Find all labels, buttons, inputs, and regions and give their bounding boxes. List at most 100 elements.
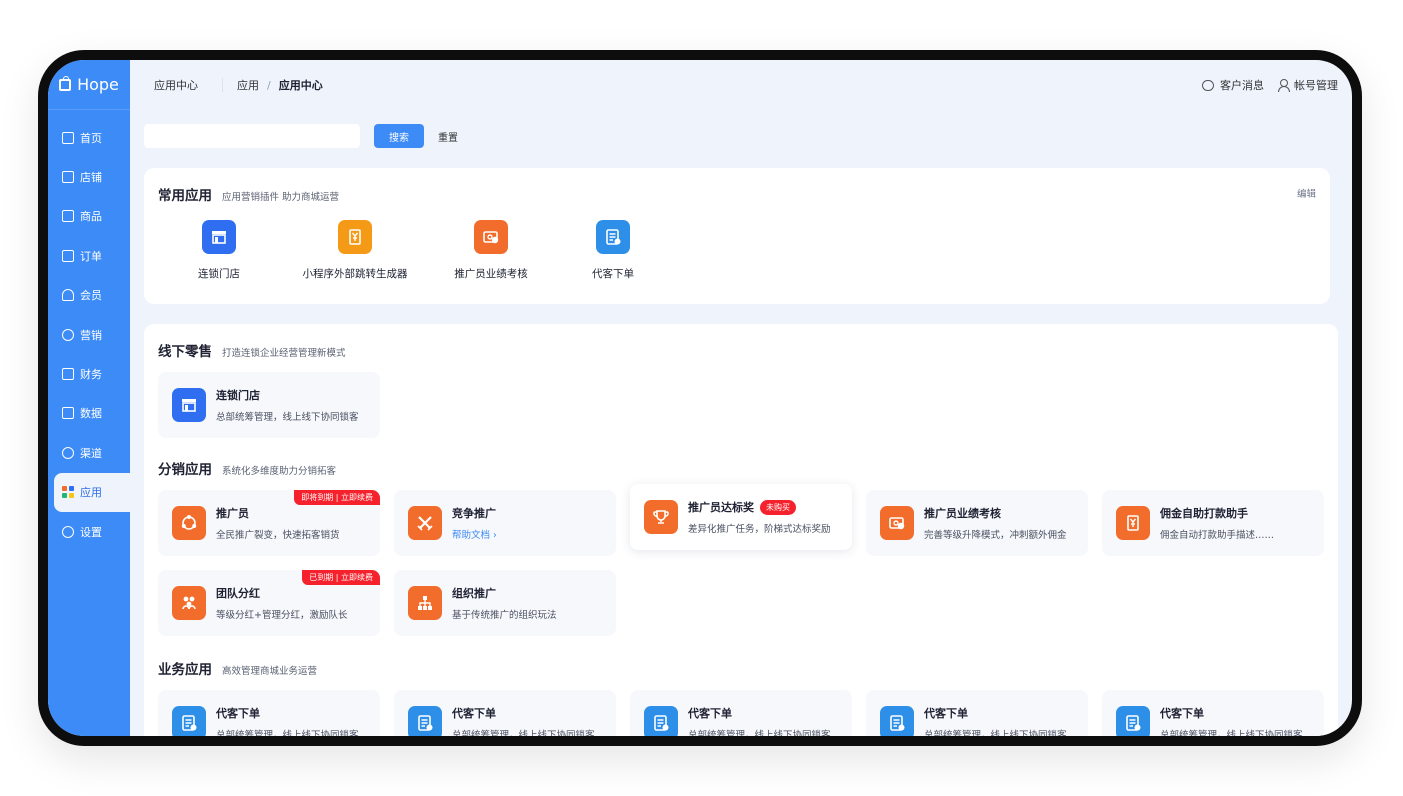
sidebar-item-label: 首页 xyxy=(80,131,102,145)
sidebar-item-orders[interactable]: 订单 xyxy=(48,236,130,275)
sidebar-item-label: 数据 xyxy=(80,407,102,421)
apps-icon xyxy=(62,486,74,499)
app-card[interactable]: 竞争推广 帮助文档 › xyxy=(394,490,616,556)
app-card[interactable]: 连锁门店 总部统筹管理，线上线下协同锁客 xyxy=(158,372,380,438)
data-icon xyxy=(62,407,74,420)
app-card[interactable]: 组织推广 基于传统推广的组织玩法 xyxy=(394,570,616,636)
home-icon xyxy=(62,131,74,144)
app-card[interactable]: 代客下单总部统筹管理，线上线下协同锁客 xyxy=(394,690,616,736)
card-desc: 总部统筹管理，线上线下协同锁客 xyxy=(216,730,359,736)
sidebar-item-label: 财务 xyxy=(80,368,102,382)
card-title: 推广员 xyxy=(216,507,249,520)
sidebar-nav: 首页 店铺 商品 订单 会员 营销 财务 数据 渠道 应用 设置 xyxy=(48,110,130,551)
app-card[interactable]: 代客下单 总部统筹管理，线上线下协同锁客 xyxy=(1102,690,1324,736)
store-icon xyxy=(62,171,74,184)
sidebar-item-members[interactable]: 会员 xyxy=(48,276,130,315)
app-card[interactable]: 代客下单总部统筹管理，线上线下协同锁客 xyxy=(866,690,1088,736)
reset-button[interactable]: 重置 xyxy=(438,129,458,144)
favorites-panel: 常用应用 应用营销插件 助力商城运营 编辑 连锁门店 小程序外部跳转生成器 推广… xyxy=(144,168,1330,304)
app-card[interactable]: 代客下单 总部统筹管理，线上线下协同锁客 xyxy=(630,690,852,736)
favorites-header: 常用应用 应用营销插件 助力商城运营 xyxy=(158,184,339,204)
bag-icon xyxy=(62,210,74,223)
sidebar-item-home[interactable]: 首页 xyxy=(48,118,130,157)
expired-tag[interactable]: 已到期 | 立即续费 xyxy=(302,570,380,585)
expiry-tag[interactable]: 即将到期 | 立即续费 xyxy=(294,490,380,505)
sidebar-item-label: 营销 xyxy=(80,328,102,342)
favorites-list: 连锁门店 小程序外部跳转生成器 推广员业绩考核 代客下单 xyxy=(158,220,674,281)
card-title: 佣金自助打款助手 xyxy=(1160,507,1248,520)
settings-icon xyxy=(62,525,74,538)
divider xyxy=(222,78,223,92)
sidebar-item-channel[interactable]: 渠道 xyxy=(48,433,130,472)
offline-desc: 打造连锁企业经营管理新模式 xyxy=(222,348,346,359)
money-card-icon xyxy=(474,220,508,254)
order-form-icon xyxy=(596,220,630,254)
card-title: 连锁门店 xyxy=(216,389,260,402)
order-form-icon xyxy=(644,706,678,736)
help-doc-link[interactable]: 帮助文档 › xyxy=(452,527,497,541)
order-icon xyxy=(62,249,74,262)
breadcrumb-current: 应用中心 xyxy=(278,79,323,92)
favorite-item[interactable]: 连锁门店 xyxy=(158,220,280,281)
card-desc: 总部统筹管理，线上线下协同锁客 xyxy=(688,730,831,736)
card-title-row: 推广员达标奖 未购买 xyxy=(688,499,831,515)
search-input[interactable] xyxy=(144,124,360,148)
marketing-icon xyxy=(62,328,74,341)
sidebar-item-label: 渠道 xyxy=(80,446,102,460)
edit-button[interactable]: 编辑 xyxy=(1297,186,1316,200)
sidebar-item-label: 商品 xyxy=(80,210,102,224)
offline-header: 线下零售 打造连锁企业经营管理新模式 xyxy=(158,340,346,360)
customer-messages-label: 客户消息 xyxy=(1220,79,1264,92)
brand-logo[interactable]: Hope xyxy=(48,60,130,110)
favorite-label: 连锁门店 xyxy=(198,268,240,280)
not-purchased-badge: 未购买 xyxy=(760,499,796,515)
sidebar-item-marketing[interactable]: 营销 xyxy=(48,315,130,354)
sidebar-item-goods[interactable]: 商品 xyxy=(48,197,130,236)
topbar-actions: 客户消息 帐号管理 xyxy=(1202,60,1338,110)
sidebar-item-data[interactable]: 数据 xyxy=(48,394,130,433)
search-button[interactable]: 搜索 xyxy=(374,124,424,148)
app-card[interactable]: 即将到期 | 立即续费 推广员 全民推广裂变，快速拓客销货 xyxy=(158,490,380,556)
favorite-label: 代客下单 xyxy=(592,268,634,280)
order-form-icon xyxy=(880,706,914,736)
order-form-icon xyxy=(172,706,206,736)
bag-logo-icon xyxy=(59,75,72,91)
app-card[interactable]: 推广员业绩考核 完善等级升降模式，冲刺额外佣金 xyxy=(866,490,1088,556)
card-title: 代客下单 xyxy=(216,707,260,720)
breadcrumb-apps[interactable]: 应用 xyxy=(237,77,259,93)
favorite-item[interactable]: 代客下单 xyxy=(552,220,674,281)
card-title: 代客下单 xyxy=(924,707,968,720)
distribution-desc: 系统化多维度助力分销拓客 xyxy=(222,466,337,477)
store-icon xyxy=(172,388,206,422)
card-title: 团队分红 xyxy=(216,587,260,600)
card-desc: 总部统筹管理，线上线下协同锁客 xyxy=(452,730,595,736)
share-icon xyxy=(172,506,206,540)
account-manage-button[interactable]: 帐号管理 xyxy=(1278,77,1338,93)
sidebar-item-finance[interactable]: 财务 xyxy=(48,354,130,393)
sidebar-item-apps[interactable]: 应用 xyxy=(54,472,130,512)
sidebar-item-label: 订单 xyxy=(80,249,102,263)
favorite-label: 推广员业绩考核 xyxy=(454,268,528,280)
yuan-tag-icon xyxy=(338,220,372,254)
customer-messages-button[interactable]: 客户消息 xyxy=(1202,77,1264,93)
app-card[interactable]: 代客下单总部统筹管理，线上线下协同锁客 xyxy=(158,690,380,736)
app-card[interactable]: 已到期 | 立即续费 团队分红 等级分红+管理分红，激励队长 xyxy=(158,570,380,636)
sidebar-item-settings[interactable]: 设置 xyxy=(48,512,130,551)
favorite-item[interactable]: 小程序外部跳转生成器 xyxy=(280,220,430,281)
sidebar-item-store[interactable]: 店铺 xyxy=(48,157,130,196)
money-card-icon xyxy=(880,506,914,540)
card-desc: 佣金自动打款助手描述…… xyxy=(1160,530,1275,541)
business-grid: 代客下单 总部统筹管理，线上线下协同锁客 代客下单 总部统筹管理，线上线下协同锁客 … xyxy=(144,690,1338,736)
member-icon xyxy=(62,289,74,302)
sidebar: Hope 首页 店铺 商品 订单 会员 营销 财务 数据 渠道 应用 设置 xyxy=(48,60,130,736)
team-icon xyxy=(172,586,206,620)
app-card[interactable]: 佣金自助打款助手佣金自动打款助手描述…… xyxy=(1102,490,1324,556)
card-desc: 总部统筹管理，线上线下协同锁客 xyxy=(924,730,1067,736)
distribution-header: 分销应用 系统化多维度助力分销拓客 xyxy=(158,458,336,478)
chat-icon xyxy=(1202,79,1214,91)
favorite-item[interactable]: 推广员业绩考核 xyxy=(430,220,552,281)
card-title: 代客下单 xyxy=(452,707,496,720)
card-desc: 完善等级升降模式，冲刺额外佣金 xyxy=(924,530,1067,541)
app-card[interactable]: 推广员达标奖 未购买 差异化推广任务，阶梯式达标奖励 xyxy=(630,484,852,550)
store-icon xyxy=(202,220,236,254)
